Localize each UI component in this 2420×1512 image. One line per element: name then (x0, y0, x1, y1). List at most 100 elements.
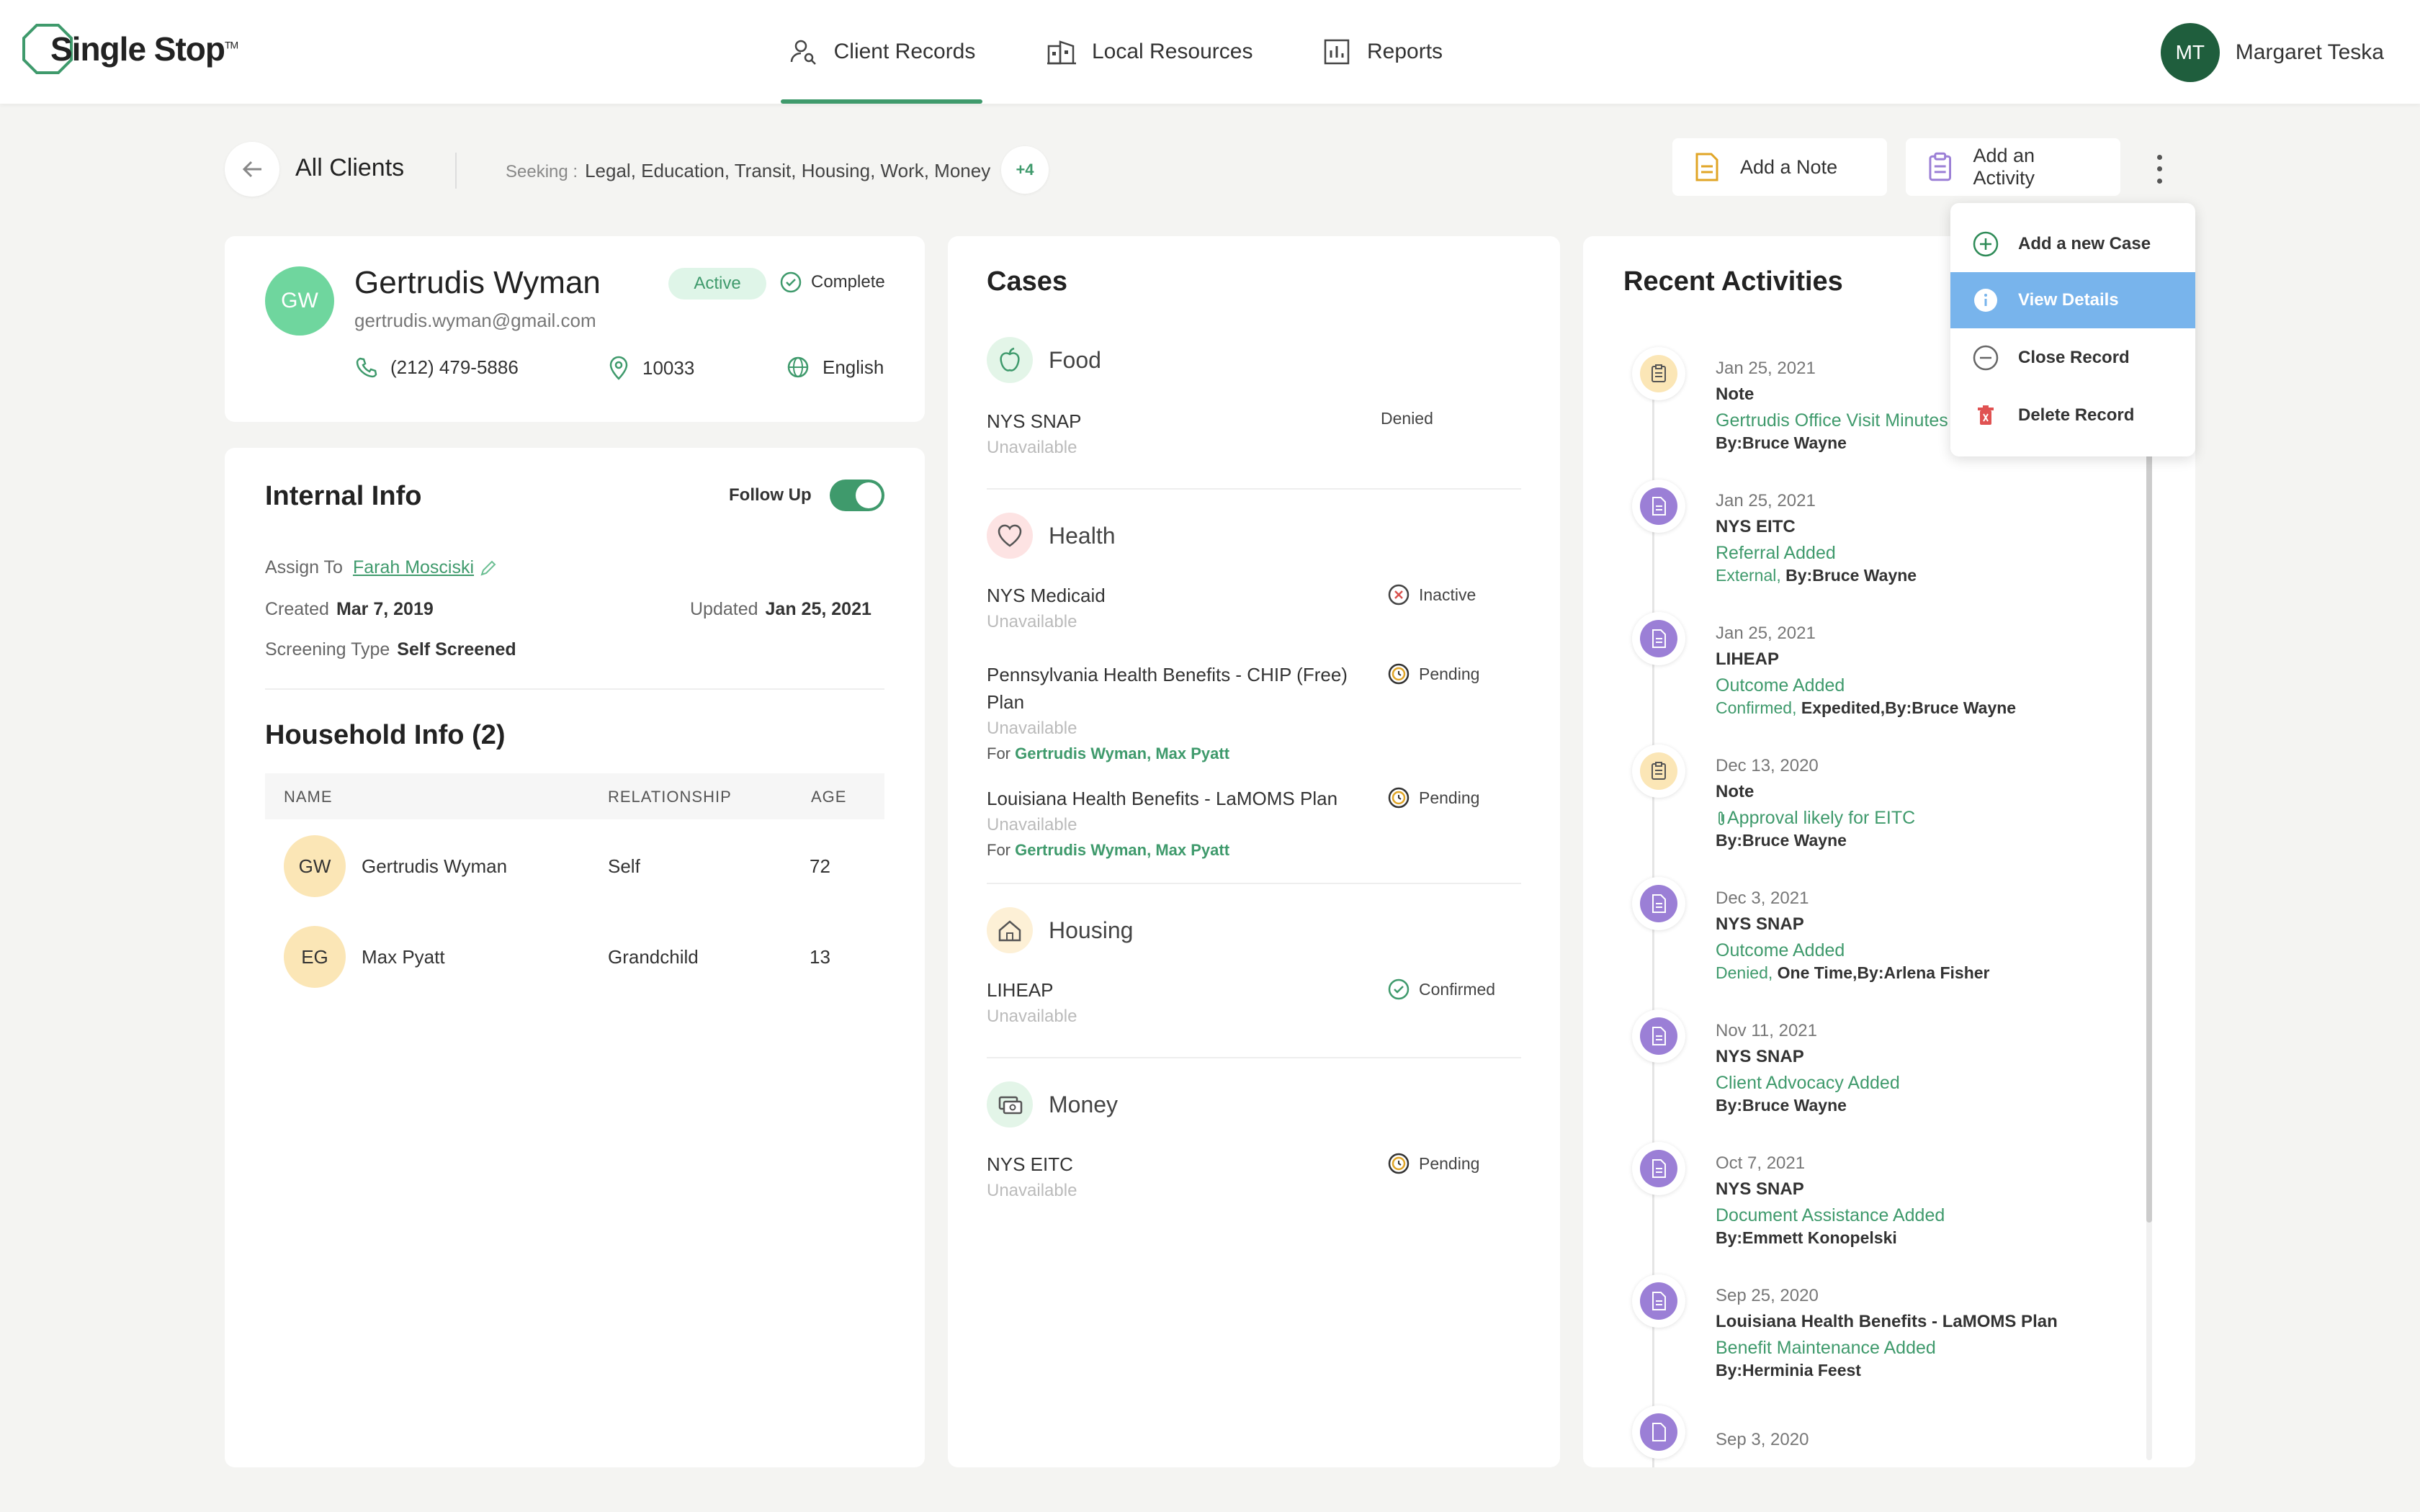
status-label: Pending (1419, 1153, 1480, 1173)
case-category-food: Food (987, 337, 1101, 383)
nav-local-resources[interactable]: Local Resources (1046, 0, 1252, 104)
nav-label: Local Resources (1092, 40, 1253, 63)
case-status: Pending (1387, 786, 1479, 809)
table-row[interactable]: EG Max Pyatt Grandchild 13 (265, 917, 884, 996)
member-name: Max Pyatt (362, 946, 445, 968)
record-options-menu: Add a new Case View Details Close Record… (1950, 203, 2195, 456)
category-label: Housing (1049, 917, 1134, 943)
cases-title: Cases (987, 266, 1067, 297)
document-icon (1632, 480, 1685, 533)
menu-delete-record[interactable]: Delete Record (1950, 387, 2195, 444)
for-value[interactable]: Gertrudis Wyman, Max Pyatt (1015, 841, 1229, 859)
case-name[interactable]: NYS EITC (987, 1153, 1073, 1176)
menu-view-details[interactable]: View Details (1950, 272, 2195, 328)
document-icon (1632, 1009, 1685, 1063)
status-label: Inactive (1419, 585, 1476, 604)
case-status: Inactive (1387, 583, 1476, 606)
user-menu[interactable]: MT Margaret Teska (2160, 23, 2384, 82)
activity-author: By:Emmett Konopelski (1716, 1228, 1897, 1247)
case-name[interactable]: NYS Medicaid (987, 585, 1106, 607)
menu-add-case[interactable]: Add a new Case (1950, 216, 2195, 272)
table-row[interactable]: GW Gertrudis Wyman Self 72 (265, 827, 884, 906)
activity-date: Sep 25, 2020 (1716, 1286, 1819, 1305)
activity-by: By:Bruce Wayne (1716, 831, 1847, 850)
case-name[interactable]: NYS SNAP (987, 410, 1082, 433)
activity-by: Denied, One Time,By:Arlena Fisher (1716, 963, 1990, 983)
more-options-icon[interactable] (2151, 151, 2168, 187)
client-phone: (212) 479-5886 (354, 356, 519, 379)
nav-label: Reports (1367, 40, 1443, 63)
add-note-button[interactable]: Add a Note (1672, 138, 1887, 196)
edit-pencil-icon[interactable] (479, 559, 498, 577)
menu-close-record[interactable]: Close Record (1950, 330, 2195, 386)
menu-label: Close Record (2018, 348, 2130, 367)
activity-event[interactable]: Client Advocacy Added (1716, 1073, 1900, 1094)
add-activity-button[interactable]: Add an Activity (1906, 138, 2120, 196)
case-category-housing: Housing (987, 907, 1133, 953)
check-circle-icon (780, 271, 802, 293)
created-label: Created (265, 599, 329, 619)
activity-detail: Confirmed, (1716, 698, 1797, 717)
logo-text: Single StopTM (50, 30, 238, 68)
globe-icon (787, 356, 809, 378)
activity-date: Oct 7, 2021 (1716, 1153, 1806, 1173)
user-avatar: MT (2160, 23, 2220, 82)
activity-event[interactable]: Gertrudis Office Visit Minutes (1716, 410, 1948, 431)
more-needs-button[interactable]: +4 (1001, 146, 1049, 194)
house-icon (987, 907, 1033, 953)
activity-event[interactable]: Referral Added (1716, 543, 1836, 564)
user-name: Margaret Teska (2235, 40, 2384, 64)
back-button[interactable] (225, 142, 279, 197)
activity-event-text: Approval likely for EITC (1727, 808, 1916, 828)
case-name[interactable]: LIHEAP (987, 979, 1054, 1002)
x-circle-icon (1388, 584, 1410, 606)
activity-by: By:Herminia Feest (1716, 1361, 1861, 1380)
internal-info-card: Internal Info Follow Up Assign To Farah M… (225, 448, 925, 1467)
activity-event[interactable]: Benefit Maintenance Added (1716, 1338, 1936, 1359)
assign-row: Assign To Farah Mosciski (265, 557, 498, 578)
client-language: English (786, 356, 884, 379)
case-status: Denied (1381, 409, 1433, 428)
scrollbar-thumb[interactable] (2146, 452, 2152, 1223)
phone-value: (212) 479-5886 (390, 356, 519, 378)
recent-activities-title: Recent Activities (1623, 266, 1843, 297)
menu-label: Add a new Case (2018, 234, 2151, 253)
status-label: Denied (1381, 409, 1433, 428)
page-title: All Clients (295, 154, 405, 181)
activity-program: LIHEAP (1716, 649, 1780, 669)
case-name[interactable]: Louisiana Health Benefits - LaMOMS Plan (987, 788, 1337, 810)
single-stop-logo[interactable]: Single StopTM (22, 23, 238, 75)
paperclip-icon (1718, 811, 1724, 826)
for-value[interactable]: Gertrudis Wyman, Max Pyatt (1015, 744, 1229, 762)
nav-client-records[interactable]: Client Records (781, 0, 982, 104)
nav-reports[interactable]: Reports (1321, 0, 1443, 104)
client-avatar: GW (265, 266, 334, 336)
activity-date: Jan 25, 2021 (1716, 359, 1816, 378)
activity-event[interactable]: Document Assistance Added (1716, 1205, 1945, 1226)
toolbar-divider (455, 153, 457, 189)
seeking-summary: Seeking : Legal, Education, Transit, Hous… (506, 160, 990, 182)
activity-author: By:Bruce Wayne (1785, 566, 1917, 585)
case-for: For Gertrudis Wyman, Max Pyatt (987, 841, 1229, 860)
activity-detail: External, (1716, 566, 1781, 585)
activity-event[interactable]: Outcome Added (1716, 940, 1845, 961)
activity-event[interactable]: Outcome Added (1716, 675, 1845, 696)
note-icon (1695, 153, 1718, 181)
activity-program: Note (1716, 782, 1754, 801)
updated-row: Updated Jan 25, 2021 (690, 599, 871, 620)
case-name[interactable]: Pennsylvania Health Benefits - CHIP (Fre… (987, 664, 1348, 686)
member-avatar: GW (284, 835, 346, 897)
activity-author: By:Herminia Feest (1716, 1361, 1861, 1380)
location-pin-icon (609, 356, 628, 380)
follow-up-toggle[interactable] (830, 480, 884, 511)
status-label: Pending (1419, 664, 1480, 683)
activity-date: Sep 3, 2020 (1716, 1430, 1809, 1449)
activity-author: By:Bruce Wayne (1716, 831, 1847, 850)
info-icon (1974, 289, 1997, 312)
seeking-value: Legal, Education, Transit, Housing, Work… (585, 160, 991, 181)
status-label: Confirmed (1419, 979, 1496, 999)
case-category-health: Health (987, 513, 1116, 559)
activity-event[interactable]: Approval likely for EITC (1716, 808, 1915, 829)
assignee-link[interactable]: Farah Mosciski (353, 557, 474, 577)
client-email: gertrudis.wyman@gmail.com (354, 310, 596, 331)
